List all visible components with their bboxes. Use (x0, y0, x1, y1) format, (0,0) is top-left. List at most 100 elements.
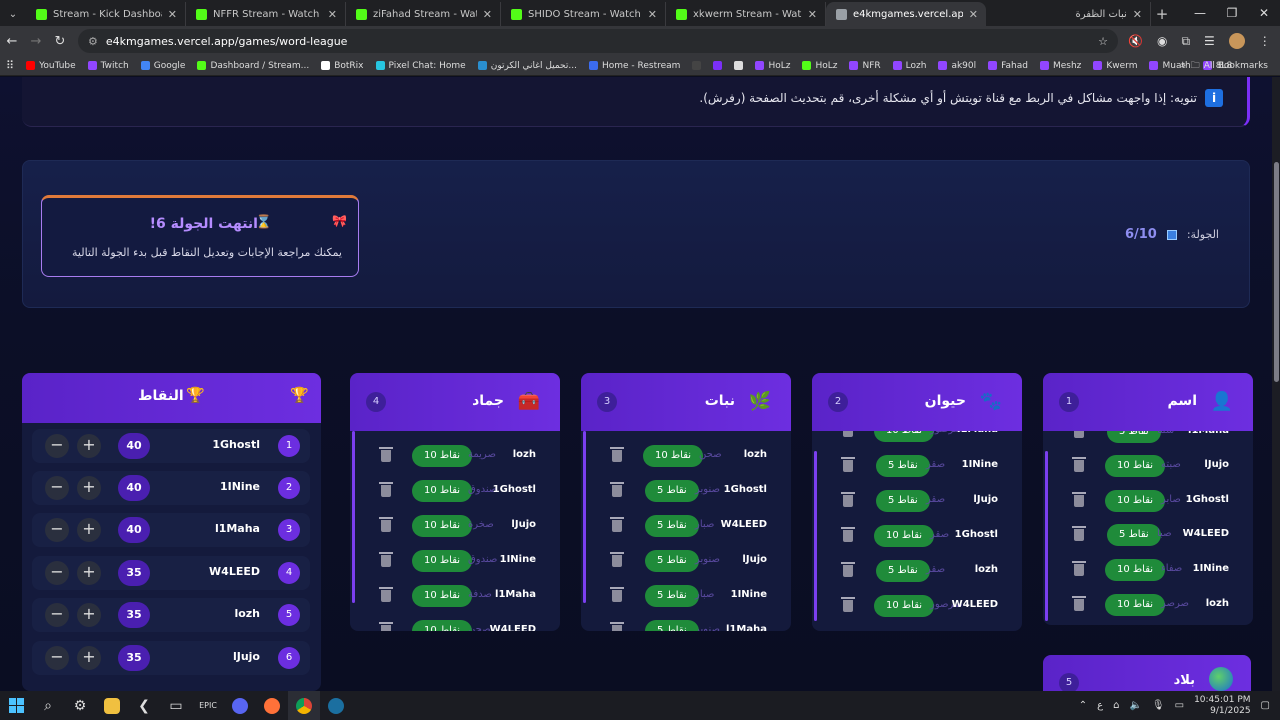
close-tab-icon[interactable]: ✕ (328, 8, 337, 21)
bookmark-item[interactable]: HoLz (796, 61, 843, 71)
maximize-icon[interactable]: ❐ (1216, 0, 1248, 26)
answers-list[interactable]: 10 نقاطصرصورl1Maha5 نقاطصقر1INine5 نقاطص… (812, 431, 1022, 631)
points-badge[interactable]: 5 نقاط (645, 550, 699, 572)
close-tab-icon[interactable]: ✕ (483, 8, 492, 21)
plus-button[interactable]: + (77, 476, 101, 500)
language-indicator[interactable]: ع (1097, 700, 1103, 711)
trash-icon[interactable] (610, 622, 624, 631)
menu-dots-icon[interactable]: ⋮ (1259, 34, 1271, 48)
trash-icon[interactable] (841, 492, 855, 507)
tab-2[interactable]: NFFR Stream - Watch Live on Kick ✕ (186, 2, 346, 26)
points-badge[interactable]: 10 نقاط (874, 595, 935, 617)
trash-icon[interactable] (379, 447, 393, 462)
volume-icon[interactable]: 🔈 (1129, 700, 1141, 711)
file-explorer-icon[interactable] (96, 691, 128, 720)
points-badge[interactable]: 10 نقاط (412, 445, 473, 467)
points-badge[interactable]: 5 نقاط (876, 490, 930, 512)
bookmark-item[interactable]: YouTube (20, 61, 82, 71)
points-badge[interactable]: 10 نقاط (874, 525, 935, 547)
new-tab-button[interactable]: + (1151, 2, 1173, 26)
network-icon[interactable]: ⌂ (1113, 700, 1119, 711)
bookmark-item[interactable]: Pixel Chat: Home (370, 61, 472, 71)
plus-button[interactable]: + (77, 434, 101, 458)
points-badge[interactable]: 5 نقاط (876, 455, 930, 477)
bookmark-item[interactable]: Home - Restream (583, 61, 686, 71)
close-tab-icon[interactable]: ✕ (168, 8, 177, 21)
close-tab-icon[interactable]: ✕ (808, 8, 817, 21)
site-info-icon[interactable]: ⚙ (88, 35, 98, 48)
bookmark-item[interactable]: Meshz (1034, 61, 1087, 71)
points-badge[interactable]: 10 نقاط (1105, 490, 1166, 512)
scrollbar-thumb[interactable] (1274, 162, 1279, 382)
points-badge[interactable]: 5 نقاط (876, 560, 930, 582)
points-badge[interactable]: 5 نقاط (1107, 524, 1161, 546)
all-bookmarks[interactable]: 🗀 All Bookmarks (1185, 58, 1274, 74)
points-badge[interactable]: 10 نقاط (643, 445, 704, 467)
chevron-up-icon[interactable]: ⌃ (1079, 700, 1087, 711)
points-badge[interactable]: 10 نقاط (412, 550, 473, 572)
trash-icon[interactable] (379, 622, 393, 631)
battery-icon[interactable]: ▭ (1175, 700, 1184, 711)
answers-list[interactable]: 10 نقاط صريمة lozh 10 نقاط صندوق 1Ghostl 10 نق… (350, 431, 560, 631)
points-badge[interactable]: 10 نقاط (412, 585, 473, 607)
chrome-icon[interactable] (288, 691, 320, 720)
mute-icon[interactable]: 🔇 (1128, 34, 1143, 48)
search-icon[interactable]: ⌕ (32, 691, 64, 720)
trash-icon[interactable] (379, 552, 393, 567)
trash-icon[interactable] (841, 457, 855, 472)
plus-button[interactable]: + (77, 518, 101, 542)
taskbar-app-icon[interactable]: ▭ (160, 691, 192, 720)
points-badge[interactable]: 10 نقاط (412, 515, 473, 537)
close-tab-icon[interactable]: ✕ (969, 8, 978, 21)
trash-icon[interactable] (379, 482, 393, 497)
points-badge[interactable]: 5 نقاط (1107, 431, 1161, 443)
trash-icon[interactable] (1072, 596, 1086, 611)
clock[interactable]: 10:45:01 PM 9/1/2025 (1194, 695, 1250, 717)
answers-list[interactable]: 10 نقاط صحن lozh 5 نقاط صنوبر 1Ghostl 5 نقاط صب… (581, 431, 791, 631)
apps-icon[interactable]: ⠿ (0, 59, 20, 72)
trash-icon[interactable] (1072, 457, 1086, 472)
trash-icon[interactable] (1073, 431, 1085, 438)
minus-button[interactable]: − (45, 646, 69, 670)
answers-list[interactable]: 5 نقاطسماl1Maha10 نقاطصبتهlJujo10 نقاطصا… (1043, 431, 1253, 625)
bookmark-item[interactable] (707, 61, 728, 71)
notification-icon[interactable]: ▢ (1261, 700, 1270, 711)
close-tab-icon[interactable]: ✕ (1133, 8, 1142, 21)
windows-start-icon[interactable] (0, 691, 32, 720)
bookmark-item[interactable]: تحميل اغاني الكرتون... (472, 61, 583, 71)
extensions-puzzle-icon[interactable]: ⧉ (1181, 34, 1190, 49)
bookmark-item[interactable]: Fahad (982, 61, 1034, 71)
taskbar-app-icon[interactable]: EPIC (192, 691, 224, 720)
minus-button[interactable]: − (45, 603, 69, 627)
trash-icon[interactable] (841, 597, 855, 612)
minus-button[interactable]: − (45, 561, 69, 585)
close-tab-icon[interactable]: ✕ (648, 8, 657, 21)
plus-button[interactable]: + (77, 646, 101, 670)
firefox-icon[interactable] (256, 691, 288, 720)
tab-5[interactable]: xkwerm Stream - Watch Live on Kick ✕ (666, 2, 826, 26)
reload-icon[interactable]: ↻ (48, 34, 72, 49)
points-badge[interactable]: 5 نقاط (645, 585, 699, 607)
forward-icon[interactable]: → (24, 34, 48, 49)
points-badge[interactable]: 5 نقاط (645, 620, 699, 631)
bookmark-item[interactable]: Dashboard / Stream... (191, 61, 315, 71)
trash-icon[interactable] (379, 587, 393, 602)
tab-4[interactable]: SHIDO Stream - Watch Live on Kick ✕ (501, 2, 666, 26)
tab-1[interactable]: Stream - Kick Dashboard ✕ (26, 2, 186, 26)
minus-button[interactable]: − (45, 476, 69, 500)
mic-icon[interactable]: 🎙 (1152, 700, 1165, 711)
trash-icon[interactable] (841, 562, 855, 577)
plus-button[interactable]: + (77, 603, 101, 627)
points-badge[interactable]: 10 نقاط (1105, 594, 1166, 616)
tab-6[interactable]: e4kmgames.vercel.app/games/word-league ✕ (826, 2, 986, 26)
tab-3[interactable]: ziFahad Stream - Watch Live on Kick ✕ (346, 2, 501, 26)
points-badge[interactable]: 10 نقاط (412, 620, 473, 631)
bookmark-item[interactable]: BotRix (315, 61, 369, 71)
discord-icon[interactable] (224, 691, 256, 720)
trash-icon[interactable] (1072, 492, 1086, 507)
profile-avatar[interactable] (1228, 33, 1245, 49)
extension-icon[interactable]: ◉ (1157, 34, 1167, 48)
close-window-icon[interactable]: ✕ (1248, 0, 1280, 26)
steam-icon[interactable] (320, 691, 352, 720)
bookmark-item[interactable]: HoLz (749, 61, 796, 71)
